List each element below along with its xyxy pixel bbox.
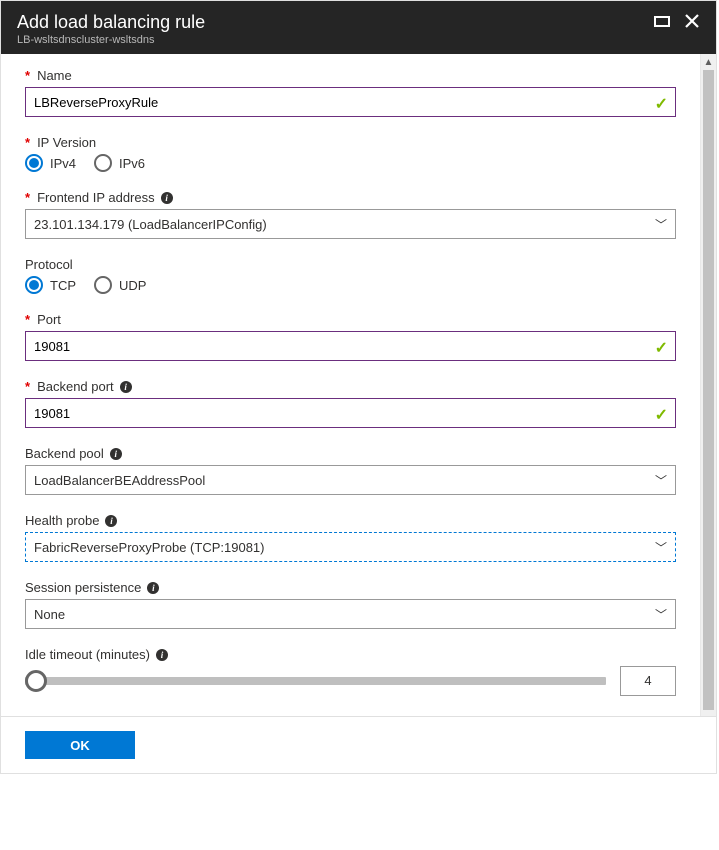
- field-idle: Idle timeout (minutes)i 4: [25, 647, 676, 696]
- field-frontend: *Frontend IP addressi 23.101.134.179 (Lo…: [25, 190, 676, 239]
- field-session: Session persistencei None ﹀: [25, 580, 676, 629]
- backendpool-label: Backend pooli: [25, 446, 676, 461]
- content-wrap: *Name ✓ *IP Version IPv4 IPv6 *Frontend …: [1, 54, 716, 716]
- blade-header: Add load balancing rule LB-wsltsdnsclust…: [1, 1, 716, 54]
- header-actions: [654, 11, 700, 29]
- backendport-input[interactable]: [25, 398, 676, 428]
- field-ipversion: *IP Version IPv4 IPv6: [25, 135, 676, 172]
- slider-thumb[interactable]: [25, 670, 47, 692]
- chevron-down-icon: ﹀: [655, 539, 667, 556]
- idle-label: Idle timeout (minutes)i: [25, 647, 676, 662]
- name-input[interactable]: [25, 87, 676, 117]
- scrollbar[interactable]: ▲: [700, 54, 716, 716]
- field-backendpool: Backend pooli LoadBalancerBEAddressPool …: [25, 446, 676, 495]
- frontend-label: *Frontend IP addressi: [25, 190, 676, 205]
- restore-icon[interactable]: [654, 13, 670, 29]
- chevron-down-icon: ﹀: [655, 606, 667, 623]
- radio-udp[interactable]: UDP: [94, 276, 146, 294]
- scroll-up-icon[interactable]: ▲: [701, 54, 716, 70]
- footer: OK: [1, 716, 716, 773]
- info-icon[interactable]: i: [156, 649, 168, 661]
- name-label: *Name: [25, 68, 676, 83]
- backendport-label: *Backend porti: [25, 379, 676, 394]
- check-icon: ✓: [655, 338, 668, 358]
- port-input[interactable]: [25, 331, 676, 361]
- frontend-select[interactable]: 23.101.134.179 (LoadBalancerIPConfig) ﹀: [25, 209, 676, 239]
- field-port: *Port ✓: [25, 312, 676, 361]
- backendpool-select[interactable]: LoadBalancerBEAddressPool ﹀: [25, 465, 676, 495]
- healthprobe-label: Health probei: [25, 513, 676, 528]
- ok-button[interactable]: OK: [25, 731, 135, 759]
- blade-subtitle: LB-wsltsdnscluster-wsltsdns: [17, 34, 654, 46]
- frontend-value: 23.101.134.179 (LoadBalancerIPConfig): [34, 217, 267, 232]
- radio-tcp[interactable]: TCP: [25, 276, 76, 294]
- info-icon[interactable]: i: [147, 582, 159, 594]
- check-icon: ✓: [655, 94, 668, 114]
- session-value: None: [34, 607, 65, 622]
- info-icon[interactable]: i: [161, 192, 173, 204]
- chevron-down-icon: ﹀: [655, 472, 667, 489]
- port-label: *Port: [25, 312, 676, 327]
- info-icon[interactable]: i: [105, 515, 117, 527]
- field-protocol: Protocol TCP UDP: [25, 257, 676, 294]
- session-label: Session persistencei: [25, 580, 676, 595]
- header-text: Add load balancing rule LB-wsltsdnsclust…: [17, 11, 654, 46]
- radio-ipv6[interactable]: IPv6: [94, 154, 145, 172]
- healthprobe-select[interactable]: FabricReverseProxyProbe (TCP:19081) ﹀: [25, 532, 676, 562]
- blade: Add load balancing rule LB-wsltsdnsclust…: [0, 0, 717, 774]
- chevron-down-icon: ﹀: [655, 216, 667, 233]
- info-icon[interactable]: i: [120, 381, 132, 393]
- field-healthprobe: Health probei FabricReverseProxyProbe (T…: [25, 513, 676, 562]
- scroll-thumb[interactable]: [703, 70, 714, 710]
- idle-slider[interactable]: [25, 677, 606, 685]
- backendpool-value: LoadBalancerBEAddressPool: [34, 473, 205, 488]
- close-icon[interactable]: [684, 13, 700, 29]
- check-icon: ✓: [655, 405, 668, 425]
- ipversion-label: *IP Version: [25, 135, 676, 150]
- blade-title: Add load balancing rule: [17, 11, 654, 33]
- field-backendport: *Backend porti ✓: [25, 379, 676, 428]
- radio-ipv4[interactable]: IPv4: [25, 154, 76, 172]
- idle-value[interactable]: 4: [620, 666, 676, 696]
- info-icon[interactable]: i: [110, 448, 122, 460]
- protocol-label: Protocol: [25, 257, 676, 272]
- healthprobe-value: FabricReverseProxyProbe (TCP:19081): [34, 540, 264, 555]
- session-select[interactable]: None ﹀: [25, 599, 676, 629]
- field-name: *Name ✓: [25, 68, 676, 117]
- form-content: *Name ✓ *IP Version IPv4 IPv6 *Frontend …: [1, 54, 700, 716]
